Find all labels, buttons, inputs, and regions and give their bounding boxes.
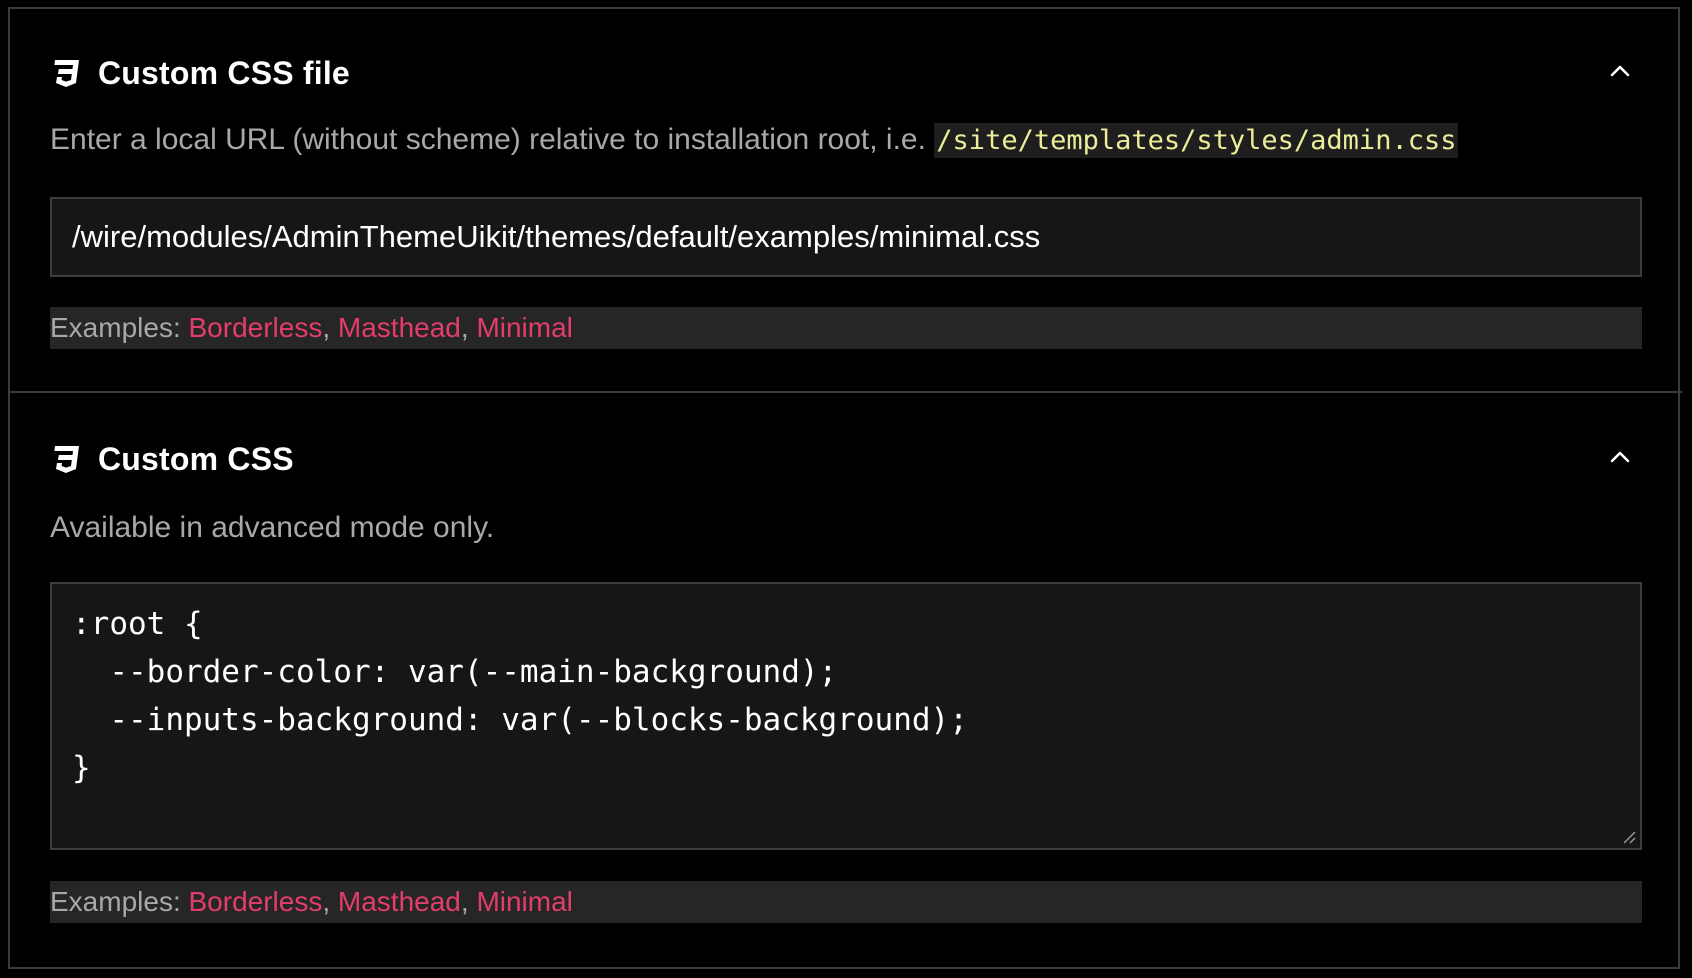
section-title: Custom CSS (98, 440, 294, 477)
custom-css-textarea[interactable]: :root { --border-color: var(--main-backg… (50, 582, 1642, 850)
examples-bar: Examples: Borderless, Masthead, Minimal (50, 307, 1642, 349)
example-link-borderless[interactable]: Borderless (189, 886, 323, 917)
custom-css-file-input[interactable] (50, 197, 1642, 277)
example-link-masthead[interactable]: Masthead (338, 312, 461, 343)
css3-icon (54, 60, 79, 87)
code-line: } (72, 750, 91, 786)
custom-css-header[interactable]: Custom CSS (52, 435, 1640, 483)
description-text: Enter a local URL (without scheme) relat… (50, 123, 926, 156)
example-path-code: /site/templates/styles/admin.css (934, 123, 1459, 158)
example-link-borderless[interactable]: Borderless (189, 312, 323, 343)
resize-handle-icon[interactable] (1622, 830, 1636, 844)
chevron-up-icon[interactable] (1606, 443, 1634, 471)
css3-icon (54, 446, 79, 473)
code-line: --border-color: var(--main-background); (72, 654, 838, 690)
code-line: --inputs-background: var(--blocks-backgr… (72, 702, 968, 738)
custom-css-file-panel: Custom CSS file Enter a local URL (witho… (10, 9, 1682, 393)
example-link-minimal[interactable]: Minimal (476, 886, 572, 917)
examples-label: Examples: (50, 886, 181, 917)
custom-css-description: Available in advanced mode only. (50, 511, 495, 544)
custom-css-file-description: Enter a local URL (without scheme) relat… (50, 123, 1459, 158)
chevron-up-icon[interactable] (1606, 57, 1634, 85)
example-link-masthead[interactable]: Masthead (338, 886, 461, 917)
examples-label: Examples: (50, 312, 181, 343)
code-line: :root { (72, 606, 203, 642)
custom-css-file-header[interactable]: Custom CSS file (52, 49, 1640, 97)
custom-css-panel: Custom CSS Available in advanced mode on… (10, 395, 1682, 969)
section-title: Custom CSS file (98, 54, 350, 91)
example-link-minimal[interactable]: Minimal (476, 312, 572, 343)
examples-bar: Examples: Borderless, Masthead, Minimal (50, 881, 1642, 923)
